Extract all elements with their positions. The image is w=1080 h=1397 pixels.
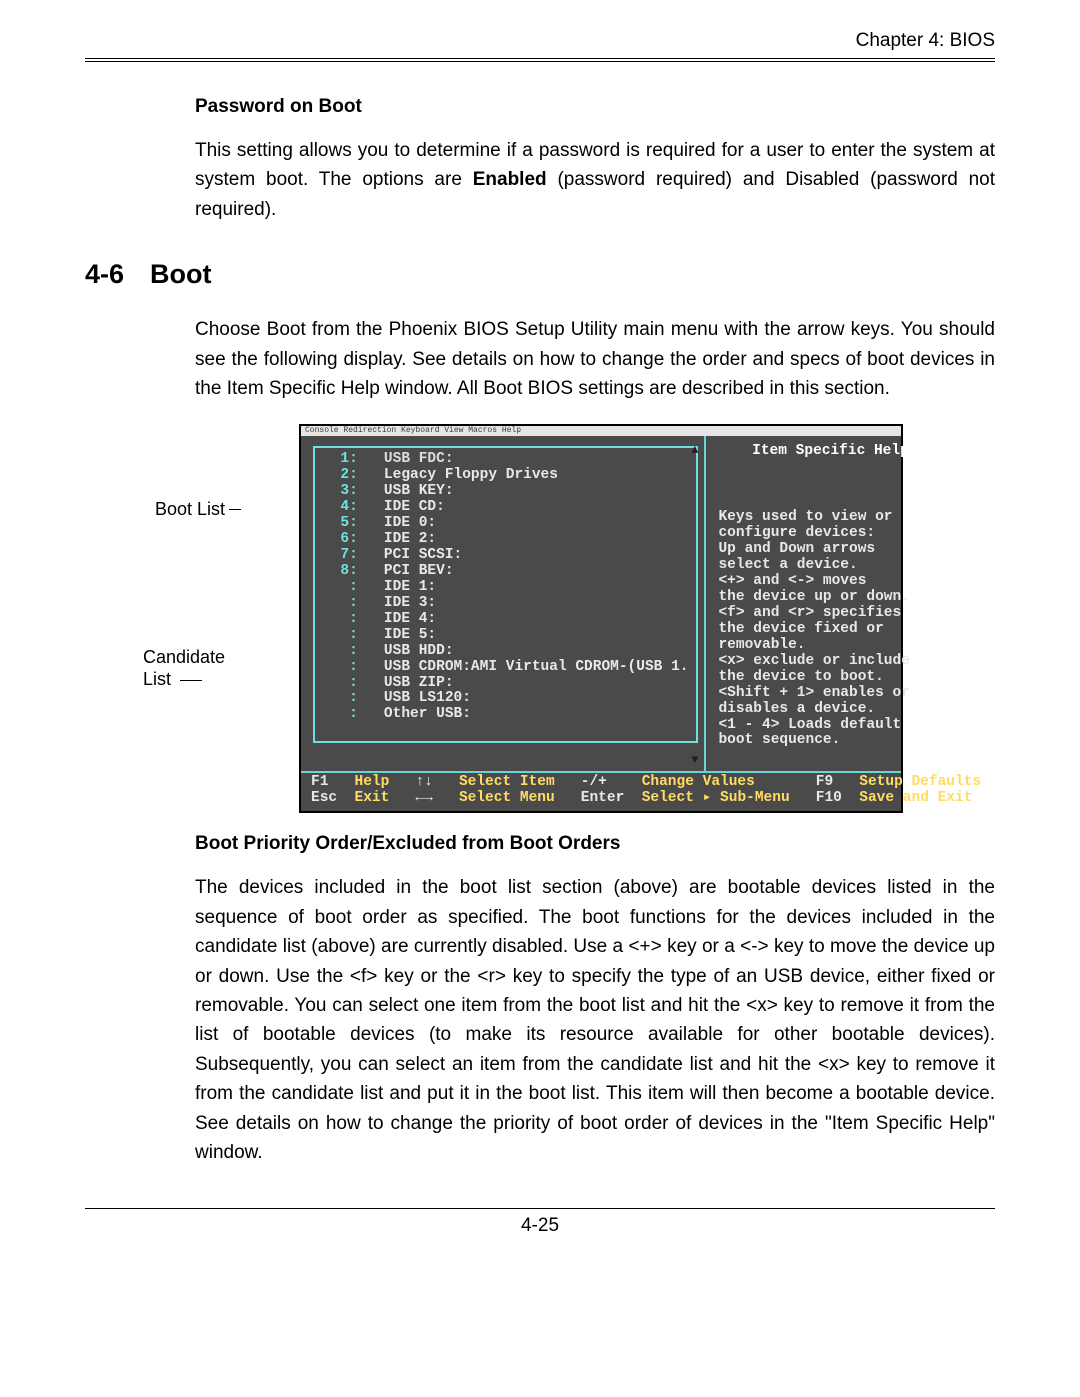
footer-row-2: Esc Exit ←→ Select Menu Enter Select ▸ S… [311,791,893,807]
candidate-list-item: : IDE 5: [323,628,688,644]
candidate-list-item: : IDE 4: [323,612,688,628]
password-on-boot-heading: Password on Boot [195,96,995,118]
help-line: <+> and <-> moves [718,574,942,590]
candidate-list-item: : IDE 1: [323,580,688,596]
help-line: the device to boot. [718,670,942,686]
candidate-list-text: IDE 4: [384,611,436,627]
boot-list-item: 7: PCI SCSI: [323,548,688,564]
candidate-list-text: USB HDD: [384,643,454,659]
boot-intro: Choose Boot from the Phoenix BIOS Setup … [195,315,995,403]
help-line: <f> and <r> specifies [718,606,942,622]
candidate-list-index: : [323,706,384,722]
candidate-list-text: USB ZIP: [384,675,454,691]
candidate-list-index: : [323,611,384,627]
boot-list-index: 3: [323,483,384,499]
candidate-list-index: : [323,643,384,659]
candidate-list-text: USB CDROM:AMI Virtual CDROM-(USB 1. [384,659,689,675]
header-rule [85,58,995,66]
boot-list-text: IDE CD: [384,499,445,515]
boot-list-text: USB KEY: [384,483,454,499]
candidate-list-item: : USB ZIP: [323,676,688,692]
leader-line [180,680,202,681]
bios-left-pane: ▲ ▼ 1: USB FDC: 2: Legacy Floppy Drives … [301,436,704,771]
boot-list-index: 7: [323,547,384,563]
help-line: the device up or down. [718,590,942,606]
help-text: Keys used to view orconfigure devices:Up… [718,510,942,749]
boot-list-index: 4: [323,499,384,515]
help-title: Item Specific Help [718,440,942,470]
help-line: the device fixed or [718,622,942,638]
help-line: Up and Down arrows [718,542,942,558]
boot-priority-body: The devices included in the boot list se… [195,873,995,1167]
candidate-list-index: : [323,627,384,643]
help-line: boot sequence. [718,733,942,749]
chapter-header: Chapter 4: BIOS [85,30,995,52]
boot-list-text: IDE 2: [384,531,436,547]
boot-list-text: IDE 0: [384,515,436,531]
candidate-list-text: IDE 3: [384,595,436,611]
bios-window: Console Redirection Keyboard View Macros… [299,424,903,814]
boot-list-index: 5: [323,515,384,531]
candidate-list-label: Candidate List [143,646,225,691]
help-line: disables a device. [718,702,942,718]
boot-panel: 1: USB FDC: 2: Legacy Floppy Drives 3: U… [313,446,698,743]
footer-rule [85,1208,995,1209]
boot-list-index: 6: [323,531,384,547]
boot-list-item: 8: PCI BEV: [323,564,688,580]
candidate-list-item: : USB LS120: [323,691,688,707]
text-bold: Enabled [473,169,547,190]
help-line: configure devices: [718,526,942,542]
candidate-list-item: : IDE 3: [323,596,688,612]
candidate-list-item: : USB CDROM:AMI Virtual CDROM-(USB 1. [323,660,688,676]
section-title: Boot [150,259,211,289]
boot-list-item: 1: USB FDC: [323,452,688,468]
bios-body: ▲ ▼ 1: USB FDC: 2: Legacy Floppy Drives … [301,436,901,771]
boot-list-index: 2: [323,467,384,483]
candidate-list-item: : Other USB: [323,707,688,723]
page-number: 4-25 [85,1215,995,1237]
candidate-list-text: IDE 1: [384,579,436,595]
candidate-list-text: Other USB: [384,706,471,722]
candidate-list-index: : [323,690,384,706]
candidate-list-index: : [323,595,384,611]
boot-list-item: 4: IDE CD: [323,500,688,516]
boot-list-label: Boot List [155,498,241,521]
boot-list-item: 3: USB KEY: [323,484,688,500]
leader-line [229,509,241,510]
candidate-list-index: : [323,659,384,675]
help-line: <Shift + 1> enables or [718,686,942,702]
section-number: 4-6 [85,259,150,290]
boot-list-text: USB FDC: [384,451,454,467]
help-line: removable. [718,638,942,654]
scroll-up-icon: ▲ [691,444,698,457]
scroll-down-icon: ▼ [691,754,698,767]
candidate-list-index: : [323,579,384,595]
bios-help-pane: Item Specific Help Keys used to view orc… [704,436,950,771]
boot-list-item: 2: Legacy Floppy Drives [323,468,688,484]
password-on-boot-body: This setting allows you to determine if … [195,136,995,224]
bios-screenshot: Boot List Candidate List Console Redirec… [225,424,905,814]
bios-footer: F1 Help ↑↓ Select Item -/+ Change Values… [301,771,901,811]
boot-list-item: 6: IDE 2: [323,532,688,548]
help-line: <x> exclude or include [718,654,942,670]
help-line: <1 - 4> Loads default [718,718,942,734]
help-line: select a device. [718,558,942,574]
candidate-list-text: IDE 5: [384,627,436,643]
candidate-list-text: USB LS120: [384,690,471,706]
boot-list-item: 5: IDE 0: [323,516,688,532]
candidate-list-index: : [323,675,384,691]
footer-row-1: F1 Help ↑↓ Select Item -/+ Change Values… [311,775,893,791]
boot-list-text: PCI BEV: [384,563,454,579]
boot-section-heading: 4-6Boot [85,259,995,290]
bios-menubar: Console Redirection Keyboard View Macros… [301,426,901,437]
boot-list-text: PCI SCSI: [384,547,462,563]
boot-list-index: 8: [323,563,384,579]
boot-list-text: Legacy Floppy Drives [384,467,558,483]
help-line: Keys used to view or [718,510,942,526]
boot-list-index: 1: [323,451,384,467]
candidate-list-item: : USB HDD: [323,644,688,660]
boot-priority-heading: Boot Priority Order/Excluded from Boot O… [195,833,995,855]
